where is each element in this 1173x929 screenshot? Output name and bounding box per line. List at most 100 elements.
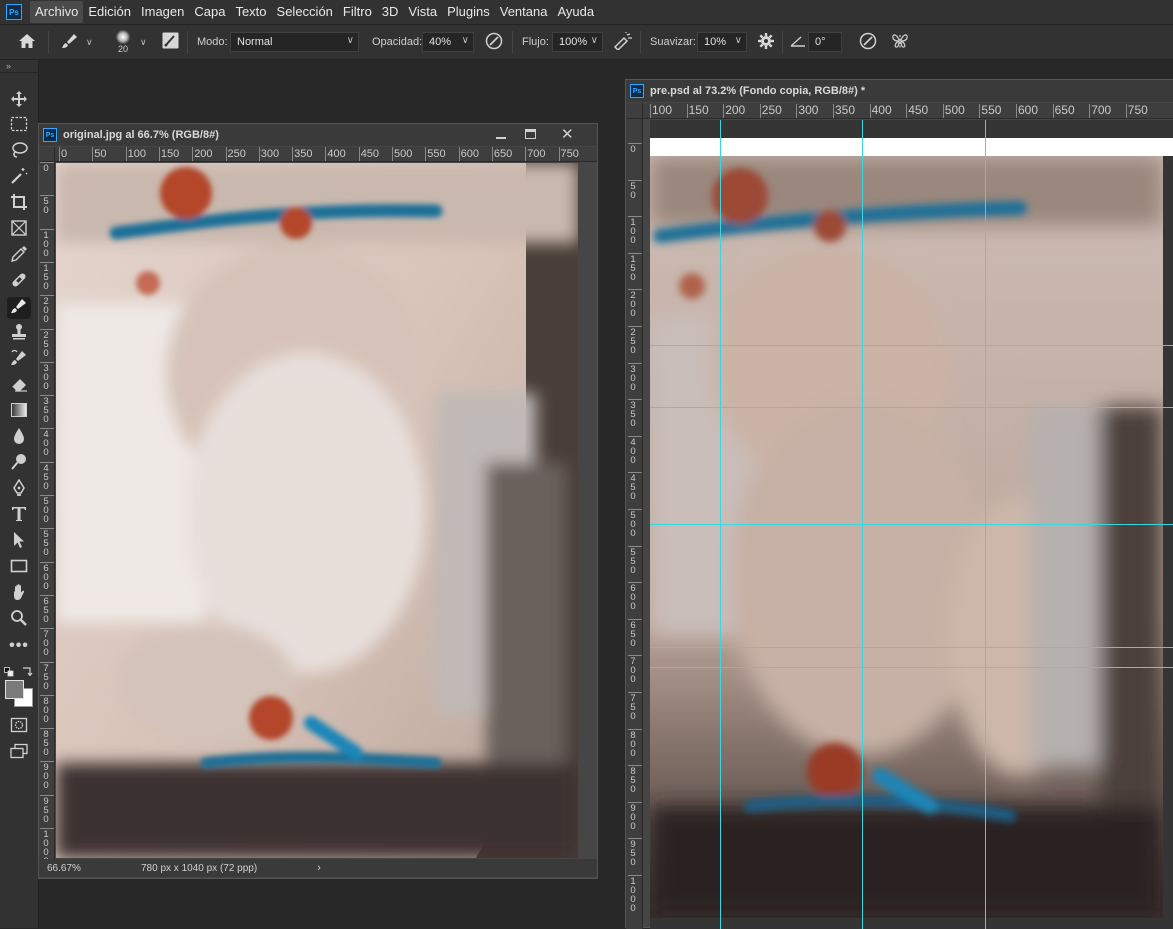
collapse-arrows-icon[interactable]: » [6, 61, 11, 71]
airbrush-button[interactable] [612, 25, 634, 59]
options-bar: ∨ 20 ∨ Modo: Normal ∨ Opacidad: 40% ∨ Fl… [0, 24, 1173, 60]
type-tool[interactable] [7, 505, 31, 527]
ruler-tick-label: 550 [630, 546, 636, 576]
gear-icon [757, 32, 775, 53]
menu-item-3d[interactable]: 3D [377, 1, 404, 23]
menu-item-texto[interactable]: Texto [230, 1, 271, 23]
angle-field[interactable]: 0° [808, 32, 842, 52]
brush-settings-button[interactable] [162, 25, 179, 59]
ruler-origin[interactable] [626, 103, 643, 119]
brush-picker-chevron[interactable]: ∨ [140, 25, 147, 59]
opacity-field[interactable]: 40% ∨ [422, 32, 474, 52]
ruler-tick-label: 450 [630, 473, 636, 503]
history-brush-icon [10, 349, 28, 372]
opacity-value: 40% [429, 36, 452, 48]
brush-icon [10, 297, 28, 320]
close-icon[interactable]: ✕ [561, 125, 574, 143]
pre-canvas[interactable] [650, 120, 1173, 929]
ruler-tick-label: 150 [43, 262, 49, 292]
pre-title-bar[interactable]: Ps pre.psd al 73.2% (Fondo copia, RGB/8#… [626, 80, 1173, 102]
chevron-down-icon: ∨ [346, 35, 354, 46]
home-button[interactable] [18, 25, 36, 59]
dodge-icon [10, 453, 28, 476]
document-info: 780 px x 1040 px (72 ppp) [141, 862, 258, 874]
smoothing-field[interactable]: 10% ∨ [697, 32, 747, 52]
foreground-color-swatch[interactable] [5, 680, 24, 699]
ruler-tick-label: 400 [630, 436, 636, 466]
ruler-origin[interactable] [39, 147, 55, 162]
ruler-tick-label: 350 [294, 148, 313, 160]
original-title-bar[interactable]: Ps original.jpg al 66.7% (RGB/8#) ✕ [39, 124, 597, 146]
menu-item-edición[interactable]: Edición [83, 1, 136, 23]
menu-item-vista[interactable]: Vista [403, 1, 442, 23]
pressure-size-icon [858, 31, 878, 54]
menu-item-capa[interactable]: Capa [189, 1, 230, 23]
dodge-tool[interactable] [7, 453, 31, 475]
ruler-tick-label: 850 [43, 729, 49, 759]
mode-select[interactable]: Normal ∨ [230, 32, 359, 52]
ruler-tick-label: 200 [43, 296, 49, 326]
guide-horizontal[interactable] [650, 407, 1173, 408]
flow-field[interactable]: 100% ∨ [552, 32, 603, 52]
pen-tool[interactable] [7, 478, 31, 501]
healing-brush-tool[interactable] [7, 271, 31, 293]
brush-tool[interactable] [7, 297, 31, 319]
clone-stamp-tool[interactable] [7, 323, 31, 345]
original-canvas[interactable] [56, 163, 578, 858]
magnifier-icon [10, 609, 28, 632]
ruler-tick-label: 300 [43, 362, 49, 392]
ruler-tick-label: 550 [981, 103, 1002, 117]
marquee-tool[interactable] [7, 115, 31, 137]
lasso-tool[interactable] [7, 141, 31, 163]
original-horizontal-ruler: 0 50 100 150 200 250 300 350 400 450 500 550 600 650 7… [55, 147, 597, 162]
move-tool[interactable] [7, 90, 31, 112]
magic-wand-tool[interactable] [7, 167, 31, 189]
eyedropper-tool[interactable] [7, 245, 31, 267]
frame-tool[interactable] [7, 219, 31, 241]
blur-tool[interactable] [7, 427, 31, 449]
swap-colors-button[interactable] [22, 663, 33, 681]
edit-toolbar-button[interactable]: ••• [7, 635, 31, 657]
zoom-tool[interactable] [7, 609, 31, 631]
zoom-level[interactable]: 66.67% [47, 863, 131, 874]
symmetry-button[interactable] [890, 25, 910, 59]
menu-item-ayuda[interactable]: Ayuda [552, 1, 599, 23]
menu-item-filtro[interactable]: Filtro [338, 1, 377, 23]
menu-item-ventana[interactable]: Ventana [495, 1, 553, 23]
tool-preset-picker[interactable]: ∨ [60, 25, 93, 59]
gradient-tool[interactable] [7, 401, 31, 423]
ruler-tick-label: 600 [43, 562, 49, 592]
guide-horizontal[interactable] [650, 667, 1173, 668]
menu-item-imagen[interactable]: Imagen [136, 1, 189, 23]
history-brush-tool[interactable] [7, 349, 31, 371]
pressure-size-button[interactable] [858, 25, 878, 59]
ruler-tick-label: 100 [127, 148, 146, 160]
ruler-tick-label: 750 [630, 693, 636, 722]
chevron-down-icon: ∨ [590, 35, 598, 46]
menu-item-selección[interactable]: Selección [272, 1, 338, 23]
rectangle-tool[interactable] [7, 557, 31, 579]
ruler-tick-label: 450 [43, 462, 49, 492]
original-vertical-ruler: 0 50 100 150 200 250 300 350 400 450 500 550 600 650 7… [39, 147, 55, 859]
guide-horizontal[interactable] [650, 345, 1173, 346]
pressure-opacity-button[interactable] [484, 25, 504, 59]
photoshop-logo: Ps [6, 4, 22, 20]
pre-vertical-ruler: 0 50 100 150 200 250 300 350 400 450 500 550 600 650 7… [626, 103, 643, 929]
hand-tool[interactable] [7, 583, 31, 605]
status-menu-chevron-icon[interactable]: › [317, 862, 321, 874]
brush-preset-picker[interactable]: 20 [110, 25, 130, 59]
ruler-tick-label: 350 [835, 103, 856, 117]
crop-tool[interactable] [7, 193, 31, 215]
ruler-tick-label: 700 [1091, 103, 1112, 117]
path-selection-tool[interactable] [7, 531, 31, 553]
menu-item-archivo[interactable]: Archivo [30, 1, 84, 23]
screen-mode-button[interactable] [7, 742, 31, 764]
maximize-icon[interactable] [525, 129, 536, 139]
quick-mask-button[interactable] [7, 716, 31, 738]
guide-horizontal[interactable] [650, 647, 1173, 648]
menu-item-plugins[interactable]: Plugins [442, 1, 495, 23]
guide-horizontal[interactable] [650, 524, 1173, 525]
smoothing-options-button[interactable] [757, 25, 775, 59]
eraser-tool[interactable] [7, 375, 31, 397]
minimize-icon[interactable] [496, 137, 506, 139]
